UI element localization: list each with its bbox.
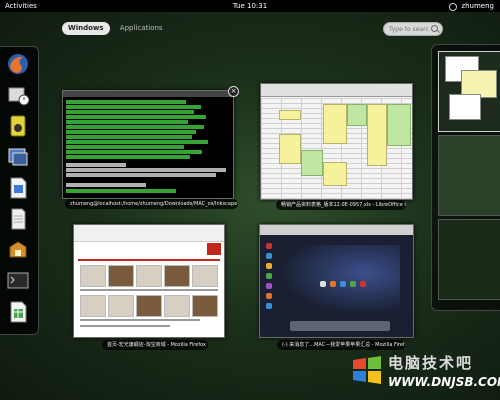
libreoffice-writer-icon[interactable]	[5, 175, 31, 201]
workspace-switcher	[431, 44, 500, 311]
terminal-icon[interactable]	[5, 268, 31, 294]
watermark-url: WWW.DNJSB.COM	[388, 375, 500, 389]
window-caption-mac-webpage: (-) 来消息了...MAC—我爱苹果苹果汇总 - Mozilla Firefo…	[277, 340, 405, 350]
evolution-mail-icon[interactable]	[5, 82, 31, 108]
view-tabs: Windows Applications	[62, 22, 171, 36]
window-caption-spreadsheet: 畅销产品资料表格_版本12.0E-0957.xls - LibreOffice …	[276, 200, 406, 210]
user-icon	[449, 3, 457, 11]
firefox-icon[interactable]	[5, 51, 31, 77]
windows-logo-watermark	[351, 354, 383, 386]
tab-applications[interactable]: Applications	[114, 22, 169, 35]
document-icon[interactable]	[5, 206, 31, 232]
libreoffice-calc-icon[interactable]	[5, 299, 31, 325]
tab-windows[interactable]: Windows	[62, 22, 110, 35]
workspace-3-thumbnail[interactable]	[438, 219, 500, 300]
shotwell-icon[interactable]	[5, 144, 31, 170]
dash	[0, 46, 39, 335]
window-caption-shop-webpage: 首页-宏光旗舰店-淘宝商城 - Mozilla Firefox	[102, 340, 208, 350]
clock[interactable]: Tue 10:31	[0, 0, 500, 12]
user-menu[interactable]: zhumeng	[461, 0, 494, 12]
watermark-site-name: 电脑技术吧	[388, 354, 474, 372]
workspace-2-thumbnail[interactable]	[438, 135, 500, 216]
window-thumbnail-mac-webpage[interactable]	[259, 224, 414, 338]
close-window-button[interactable]: ×	[228, 86, 239, 97]
software-install-icon[interactable]	[5, 237, 31, 263]
search-icon	[431, 25, 438, 32]
rhythmbox-icon[interactable]	[5, 113, 31, 139]
search-box[interactable]	[383, 22, 443, 36]
workspace-1-thumbnail[interactable]	[438, 51, 500, 132]
activities-button[interactable]: Activities	[5, 0, 37, 12]
window-thumbnail-shop-webpage[interactable]	[73, 224, 225, 338]
top-bar: Activities Tue 10:31 zhumeng	[0, 0, 500, 12]
window-caption-terminal: zhumeng@localhost:/home/zhumeng/Download…	[65, 199, 238, 209]
window-thumbnail-terminal[interactable]	[62, 90, 234, 199]
search-input[interactable]	[389, 23, 429, 35]
window-thumbnail-spreadsheet[interactable]	[260, 83, 413, 200]
